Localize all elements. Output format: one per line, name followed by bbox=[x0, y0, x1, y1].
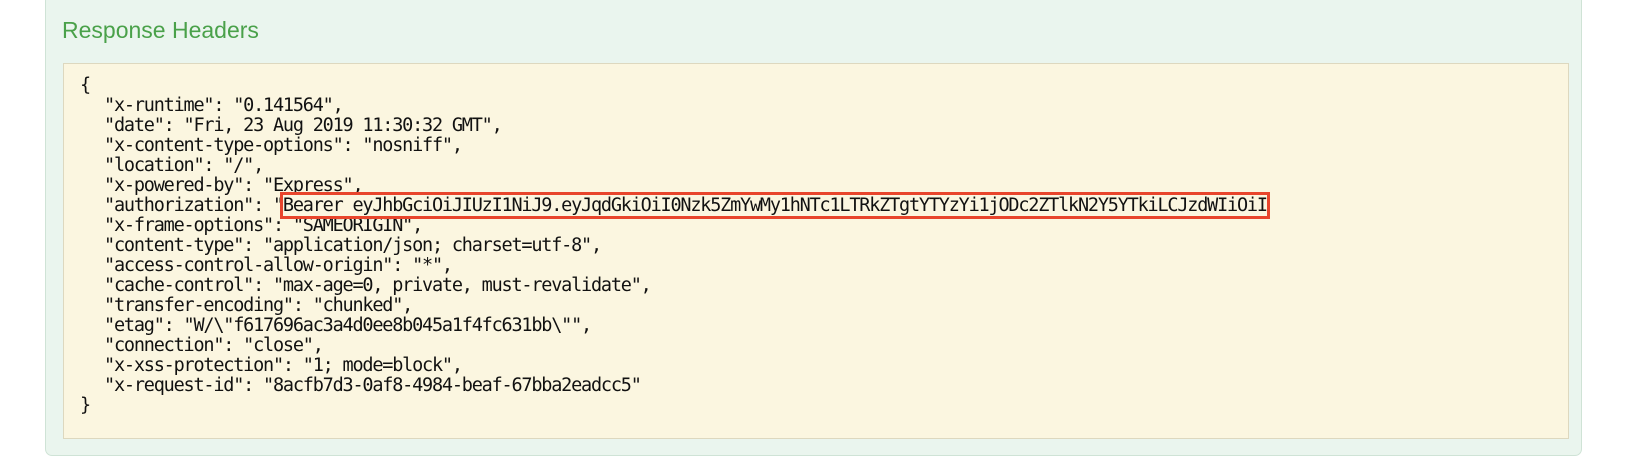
header-key: "etag": bbox=[104, 315, 184, 336]
header-line-x-xss-protection: "x-xss-protection": "1; mode=block", bbox=[80, 356, 1568, 376]
section-title: Response Headers bbox=[62, 17, 259, 43]
header-line-transfer-encoding: "transfer-encoding": "chunked", bbox=[80, 296, 1568, 316]
header-value: "SAMEORIGIN", bbox=[292, 215, 423, 236]
header-line-x-content-type-options: "x-content-type-options": "nosniff", bbox=[80, 136, 1568, 156]
header-key: "x-runtime": bbox=[104, 95, 234, 116]
header-value: "application/json; charset=utf-8", bbox=[263, 235, 602, 256]
header-value: "max-age=0, private, must-revalidate", bbox=[272, 275, 652, 296]
header-line-x-runtime: "x-runtime": "0.141564", bbox=[80, 96, 1568, 116]
header-key: "authorization": bbox=[104, 195, 273, 216]
header-value: "1; mode=block", bbox=[302, 355, 463, 376]
header-value: "0.141564", bbox=[233, 95, 344, 116]
header-value: "/", bbox=[223, 155, 264, 176]
header-value: "Express", bbox=[263, 175, 364, 196]
header-key: "x-frame-options": bbox=[104, 215, 293, 236]
header-key: "date": bbox=[104, 115, 184, 136]
header-line-connection: "connection": "close", bbox=[80, 336, 1568, 356]
header-value: "nosniff", bbox=[362, 135, 463, 156]
header-line-authorization: "authorization": "Bearer eyJhbGciOiJIUzI… bbox=[80, 192, 1568, 219]
close-brace: } bbox=[80, 395, 91, 416]
header-key: "location": bbox=[104, 155, 224, 176]
header-key: "transfer-encoding": bbox=[104, 295, 313, 316]
response-headers-panel: Response Headers {"x-runtime": "0.141564… bbox=[45, 0, 1582, 456]
header-value: "*", bbox=[412, 255, 453, 276]
header-value-prefix: " bbox=[272, 195, 284, 216]
header-line-x-frame-options: "x-frame-options": "SAMEORIGIN", bbox=[80, 216, 1568, 236]
header-line-cache-control: "cache-control": "max-age=0, private, mu… bbox=[80, 276, 1568, 296]
header-key: "content-type": bbox=[104, 235, 264, 256]
header-key: "x-xss-protection": bbox=[104, 355, 303, 376]
header-key: "x-content-type-options": bbox=[104, 135, 363, 156]
header-key: "cache-control": bbox=[104, 275, 273, 296]
header-line-etag: "etag": "W/\"f617696ac3a4d0ee8b045a1f4fc… bbox=[80, 316, 1568, 336]
header-value: "chunked", bbox=[312, 295, 414, 316]
header-line-location: "location": "/", bbox=[80, 156, 1568, 176]
response-headers-code-block: {"x-runtime": "0.141564", "date": "Fri, 2… bbox=[63, 63, 1569, 439]
authorization-token-highlight: Bearer eyJhbGciOiJIUzI1NiJ9.eyJqdGkiOiI0… bbox=[279, 192, 1270, 219]
header-key: "x-request-id": bbox=[104, 375, 264, 396]
header-key: "x-powered-by": bbox=[104, 175, 264, 196]
header-value: "Fri, 23 Aug 2019 11:30:32 GMT", bbox=[183, 115, 503, 136]
header-line-content-type: "content-type": "application/json; chars… bbox=[80, 236, 1568, 256]
header-key: "connection": bbox=[104, 335, 244, 356]
header-line-access-control-allow-origin: "access-control-allow-origin": "*", bbox=[80, 256, 1568, 276]
header-line-date: "date": "Fri, 23 Aug 2019 11:30:32 GMT", bbox=[80, 116, 1568, 136]
header-key: "access-control-allow-origin": bbox=[104, 255, 413, 276]
header-value: "W/\"f617696ac3a4d0ee8b045a1f4fc631bb\""… bbox=[183, 315, 593, 336]
header-value: "8acfb7d3-0af8-4984-beaf-67bba2eadcc5" bbox=[263, 375, 642, 396]
header-line-x-powered-by: "x-powered-by": "Express", bbox=[80, 176, 1568, 196]
header-value: "close", bbox=[243, 335, 324, 356]
open-brace: { bbox=[80, 75, 91, 96]
response-headers-json: {"x-runtime": "0.141564", "date": "Fri, 2… bbox=[80, 76, 1568, 416]
header-line-x-request-id: "x-request-id": "8acfb7d3-0af8-4984-beaf… bbox=[80, 376, 1568, 396]
